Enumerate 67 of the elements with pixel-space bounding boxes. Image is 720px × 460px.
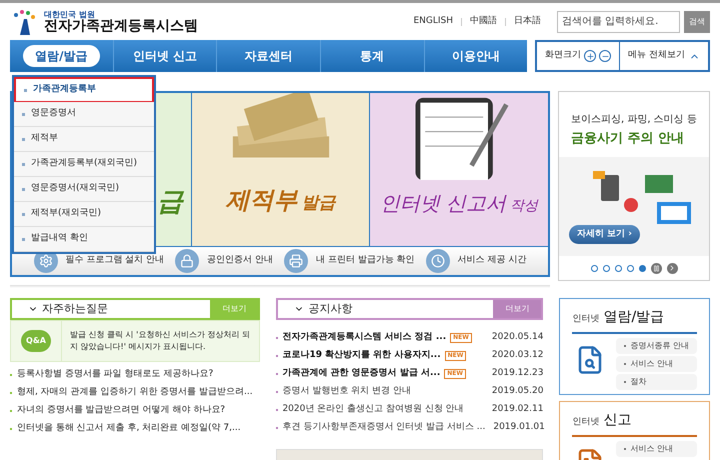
language-link[interactable]: ENGLISH <box>413 14 453 28</box>
box-title: 신고 <box>603 411 632 430</box>
notice-date: 2020.05.14 <box>492 330 544 344</box>
promo-headline: 금융사기 주의 안내 <box>571 130 686 148</box>
notice-item[interactable]: 2020년 온라인 출생신고 참여병원 신청 안내 <box>282 402 464 416</box>
banner-caption: 제적부 <box>226 185 298 216</box>
notice-date: 2019.12.23 <box>492 366 544 380</box>
details-button[interactable]: 자세히 보기 › <box>569 224 640 244</box>
zoom-in-icon[interactable] <box>584 50 596 62</box>
notice-date: 2019.01.01 <box>493 420 545 434</box>
next-icon[interactable] <box>666 262 678 274</box>
dropdown-item[interactable]: 제적부(재외국민) <box>14 202 154 227</box>
faq-item[interactable]: 등록사항별 증명서를 파일 형태로도 제공하나요? <box>10 367 260 382</box>
quick-link[interactable]: 내 프린터 발급가능 확인 <box>316 254 415 268</box>
nav-tab[interactable]: 이용안내 <box>440 45 512 67</box>
faq-item[interactable]: 자녀의 증명서를 발급받으려면 어떻게 해야 하나요? <box>10 403 260 418</box>
section-title: 자주하는질문 <box>42 300 108 317</box>
notice-item[interactable]: 가족관계에 관한 영문증명서 발급 서... <box>282 366 440 380</box>
nav-tab[interactable]: 열람/발급 <box>23 45 100 67</box>
notice-item[interactable]: 증명서 발행번호 위치 변경 안내 <box>282 384 411 398</box>
service-link[interactable]: 서비스 안내 <box>616 441 697 457</box>
promo-line: 보이스피싱, 파밍, 스미싱 등 <box>571 113 697 127</box>
quick-link[interactable]: 필수 프로그램 설치 안내 <box>66 254 164 268</box>
banner-caption-sub: 발급 <box>302 192 336 215</box>
dropdown-item[interactable]: 영문증명서 <box>14 102 154 127</box>
language-link[interactable]: 日本語 <box>514 14 541 28</box>
section-title: 공지사항 <box>308 300 352 317</box>
notice-item[interactable]: 코로나19 확산방지를 위한 사용자지... <box>282 348 441 362</box>
nav-tab[interactable]: 인터넷 신고 <box>120 45 210 67</box>
banner-panel[interactable]: 인터넷 신고서 작성 <box>370 93 548 246</box>
zoom-out-icon[interactable] <box>599 50 612 62</box>
box-title: 열람/발급 <box>603 308 664 327</box>
banner-caption: 급 <box>157 186 183 219</box>
notice-date: 2019.05.20 <box>492 384 544 398</box>
nav-tab[interactable]: 자료센터 <box>232 45 305 67</box>
faq-item[interactable]: 형제, 자매의 관계를 입증하기 위한 증명서를 발급받으려... <box>10 385 260 400</box>
printer-icon <box>284 249 308 273</box>
dropdown-item[interactable]: 영문증명서(재외국민) <box>14 177 154 202</box>
notice-item[interactable]: 후견 등기사항부존재증명서 인터넷 발급 서비스 ... <box>282 420 486 434</box>
notice-item[interactable]: 전자가족관계등록시스템 서비스 정검 ... <box>282 330 446 344</box>
box-prefix: 인터넷 <box>572 313 600 326</box>
clock-icon <box>426 249 450 273</box>
service-link[interactable]: 서비스 안내 <box>616 356 697 372</box>
box-prefix: 인터넷 <box>572 416 600 429</box>
dropdown-item[interactable]: 가족관계등록부 <box>14 77 154 102</box>
banner-caption: 인터넷 신고서 <box>380 190 506 217</box>
search-field[interactable]: 검색어를 입력하세요. <box>557 10 680 32</box>
full-menu-button[interactable]: 메뉴 전체보기 <box>620 49 708 63</box>
faq-notice-text: 발급 신청 클릭 시 '요청하신 서비스가 정상처리 되지 않았습니다!' 메시지가 표시됩니다. <box>61 321 260 361</box>
logo-title[interactable]: 전자가족관계등록시스템 <box>44 18 198 32</box>
dropdown-item[interactable]: 발급내역 확인 <box>14 227 154 252</box>
dropdown-item[interactable]: 제적부 <box>14 127 154 152</box>
pause-icon[interactable] <box>650 262 662 274</box>
dropdown-item[interactable]: 가족관계등록부(재외국민) <box>14 152 154 177</box>
logo-tagline: 대한민국 법원 <box>44 10 96 18</box>
notice-date: 2020.03.12 <box>492 348 544 362</box>
service-link[interactable]: 절차 <box>616 374 697 390</box>
nav-tab[interactable]: 통계 <box>348 45 396 67</box>
quick-link[interactable]: 서비스 제공 시간 <box>458 254 526 268</box>
service-link[interactable]: 증명서종류 안내 <box>616 338 697 354</box>
notice-date: 2019.02.11 <box>492 402 544 416</box>
lock-icon <box>175 249 200 273</box>
faq-item[interactable]: 인터넷을 통해 신고서 제출 후, 처리완료 예정일(약 7,... <box>10 421 260 436</box>
quick-link[interactable]: 공인인증서 안내 <box>207 254 274 268</box>
language-link[interactable]: 中國語 <box>470 14 497 28</box>
banner-caption-sub: 작성 <box>510 197 538 216</box>
zoom-label: 화면크기 <box>545 49 582 62</box>
